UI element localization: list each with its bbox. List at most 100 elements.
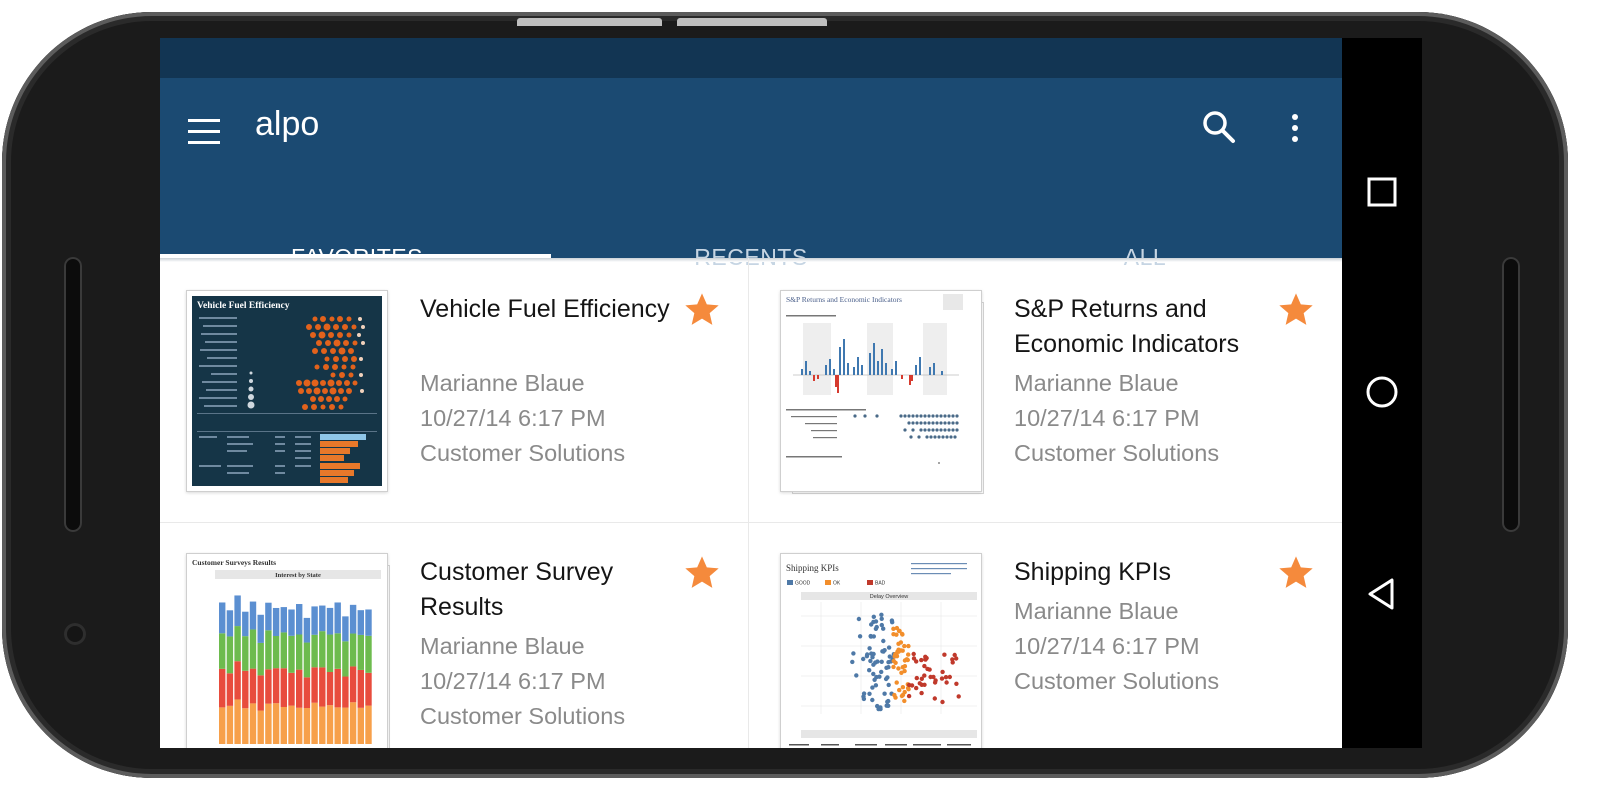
thumb-scatter-point [954,681,959,686]
thumb-scatter-point [854,673,859,678]
thumb-scatter-point [891,658,896,664]
workbook-card[interactable]: Customer Surveys Results Interest by Sta… [160,523,748,748]
thumb-scatter-point [877,674,882,679]
thumb-scatter-point [892,692,897,698]
favorite-star-icon[interactable] [682,553,722,593]
workbook-author: Marianne Blaue [1014,598,1179,624]
thumb-stacked-bar-segment [234,699,241,744]
thumb-stacked-bar-segment [257,675,264,711]
thumb-scatter-point [939,676,945,681]
thumb-scatter-point [900,665,905,670]
thumb-stacked-bar-segment [296,707,303,744]
circle-home-icon[interactable] [1362,372,1402,412]
thumb-scatter-point [919,690,924,696]
thumb-stacked-bar-segment [265,630,272,670]
grid-divider-vertical [748,258,749,748]
thumb-stacked-bar-segment [226,636,234,674]
thumb-scatter-point [942,652,947,657]
thumb-scatter-point [883,676,889,682]
thumb-stacked-bar-segment [303,642,311,678]
favorite-star-icon[interactable] [1276,290,1316,330]
thumb-scatter-point [899,670,904,675]
thumb-stacked-bar-segment [288,705,295,744]
thumb-stacked-bar-segment [280,632,287,669]
triangle-back-icon[interactable] [1362,574,1402,614]
thumb-scatter-point [870,697,875,703]
workbook-card[interactable]: S&P Returns and Economic Indicators S&P … [754,260,1342,523]
favorite-star-icon[interactable] [1276,553,1316,593]
favorite-star-icon[interactable] [682,290,722,330]
thumb-scatter-point [856,616,862,622]
thumb-scatter-point [875,659,880,664]
thumb-stacked-bar-segment [334,633,341,669]
thumbnail-stack: S&P Returns and Economic Indicators [780,290,984,494]
thumb-scatter-point [871,651,876,657]
thumb-stacked-bar-segment [296,669,303,708]
search-icon[interactable] [1200,108,1240,148]
thumb-scatter-point [928,674,933,680]
thumb-scatter-point [870,685,875,690]
thumb-scatter-point [900,692,906,698]
square-recents-icon[interactable] [1362,172,1402,212]
thumb-scatter-point [947,674,952,680]
thumb-stacked-bar-segment [257,710,264,744]
workbook-card[interactable]: Shipping KPIs GOOD OK BAD Delay Overview [754,523,1342,748]
thumb-scatter-point [904,657,909,662]
thumb-scatter-point [886,703,891,708]
thumb-scatter-point [894,625,900,631]
thumb-scatter-point [919,682,924,687]
thumb-stacked-bar-segment [365,705,372,744]
thumb-stacked-bar-segment [311,667,318,703]
thumb-title: S&P Returns and Economic Indicators [786,295,902,304]
workbook-title: Vehicle Fuel Efficiency [420,295,670,323]
thumb-scatter-point [886,660,891,665]
thumb-stacked-bar-segment [326,634,334,672]
thumb-title: Vehicle Fuel Efficiency [197,301,290,311]
thumb-stacked-bar-segment [349,633,357,667]
workbook-title: S&P Returns and Economic Indicators [1014,295,1240,358]
workbook-project: Customer Solutions [420,440,626,466]
thumb-stacked-bar-segment [249,668,257,704]
thumb-stacked-bar-segment [342,641,349,677]
thumb-scatter-point [900,648,905,653]
thumb-stacked-bar-segment [280,607,287,633]
thumb-stacked-bar-segment [257,614,264,643]
thumb-scatter-point [886,698,891,704]
thumb-stacked-bar-segment [334,707,341,744]
thumb-stacked-bar-segment [249,703,257,744]
thumb-scatter-point [902,698,907,704]
thumb-scatter-point [933,678,938,683]
workbook-date: 10/27/14 6:17 PM [1014,405,1200,431]
workbook-card[interactable]: Vehicle Fuel Efficiency Vehicle Fuel Eff… [160,260,748,523]
thumb-stacked-bar-segment [280,706,287,744]
hamburger-menu-icon[interactable] [184,112,224,152]
thumb-scatter-point [956,694,961,699]
thumb-scatter-point [867,691,872,696]
thumb-stacked-bar-segment [226,610,234,637]
thumb-scatter-point [894,632,899,637]
workbook-project: Customer Solutions [1014,440,1220,466]
thumb-scatter-point [914,675,919,681]
thumb-legend-ok: OK [833,581,841,587]
thumb-scatter-point [911,651,916,657]
thumb-stacked-bar-segment [303,708,311,744]
thumb-subtitle: Delay Overview [870,594,909,600]
workbook-thumbnail: S&P Returns and Economic Indicators [780,290,982,492]
workbook-author: Marianne Blaue [420,370,585,396]
workbook-project: Customer Solutions [420,703,626,729]
thumb-stacked-bar-segment [219,633,226,669]
thumb-scatter-point [950,657,955,662]
thumb-stacked-bar-segment [349,604,357,634]
thumb-scatter-point [850,659,855,665]
device-screen: alpo FAVORITES RECENTS ALL [160,38,1422,748]
thumb-scatter-point [891,664,896,670]
thumb-scatter-point [914,659,919,664]
workbook-title: Customer Survey Results [420,558,614,621]
front-camera [64,623,86,645]
thumb-scatter-point [900,685,906,690]
more-vertical-icon[interactable] [1282,108,1308,148]
phone-power-button [677,18,827,26]
thumb-scatter-point [906,687,911,692]
thumb-scatter-point [871,634,876,639]
thumb-scatter-point [896,666,901,671]
